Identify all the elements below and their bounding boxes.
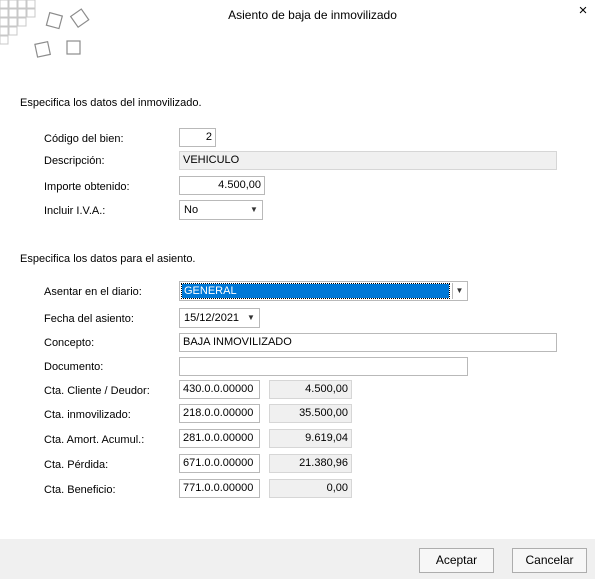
cta-inmovilizado-label: Cta. inmovilizado: xyxy=(44,409,131,421)
diario-select[interactable]: GENERAL ▼ xyxy=(179,281,468,301)
diario-label: Asentar en el diario: xyxy=(44,286,142,298)
iva-select-value: No xyxy=(184,204,199,216)
cta-amort-input[interactable]: 281.0.0.00000 xyxy=(179,429,260,448)
cta-amort-label: Cta. Amort. Acumul.: xyxy=(44,434,145,446)
cta-cliente-label: Cta. Cliente / Deudor: xyxy=(44,385,150,397)
iva-select[interactable]: No ▼ xyxy=(179,200,263,220)
cta-cliente-amount: 4.500,00 xyxy=(269,380,352,399)
cta-cliente-input[interactable]: 430.0.0.00000 xyxy=(179,380,260,399)
documento-label: Documento: xyxy=(44,361,104,373)
section-heading-asiento: Especifica los datos para el asiento. xyxy=(20,253,196,265)
documento-input[interactable] xyxy=(179,357,468,376)
section-heading-inmovilizado: Especifica los datos del inmovilizado. xyxy=(20,97,202,109)
cta-inmovilizado-input[interactable]: 218.0.0.00000 xyxy=(179,404,260,423)
fecha-picker-value: 15/12/2021 xyxy=(184,312,240,324)
concepto-input[interactable]: BAJA INMOVILIZADO xyxy=(179,333,557,352)
importe-input[interactable]: 4.500,00 xyxy=(179,176,265,195)
cta-inmovilizado-amount: 35.500,00 xyxy=(269,404,352,423)
descripcion-label: Descripción: xyxy=(44,155,105,167)
iva-label: Incluir I.V.A.: xyxy=(44,205,106,217)
importe-label: Importe obtenido: xyxy=(44,181,130,193)
cancel-button[interactable]: Cancelar xyxy=(512,548,587,573)
cta-beneficio-label: Cta. Beneficio: xyxy=(44,484,116,496)
fecha-label: Fecha del asiento: xyxy=(44,313,134,325)
cta-amort-amount: 9.619,04 xyxy=(269,429,352,448)
diario-select-value: GENERAL xyxy=(181,283,450,299)
chevron-down-icon[interactable]: ▼ xyxy=(452,283,466,299)
cta-beneficio-amount: 0,00 xyxy=(269,479,352,498)
cta-perdida-amount: 21.380,96 xyxy=(269,454,352,473)
cta-perdida-label: Cta. Pérdida: xyxy=(44,459,109,471)
accept-button[interactable]: Aceptar xyxy=(419,548,494,573)
window-title: Asiento de baja de inmovilizado xyxy=(228,8,397,22)
fecha-picker[interactable]: 15/12/2021 ▼ xyxy=(179,308,260,328)
chevron-down-icon[interactable]: ▼ xyxy=(247,202,261,218)
codigo-input[interactable]: 2 xyxy=(179,128,216,147)
cta-beneficio-input[interactable]: 771.0.0.00000 xyxy=(179,479,260,498)
concepto-label: Concepto: xyxy=(44,337,95,349)
close-icon[interactable]: × xyxy=(574,3,592,19)
cta-perdida-input[interactable]: 671.0.0.00000 xyxy=(179,454,260,473)
descripcion-field: VEHICULO xyxy=(179,151,557,170)
chevron-down-icon[interactable]: ▼ xyxy=(244,310,258,326)
codigo-label: Código del bien: xyxy=(44,133,124,145)
dialog-footer xyxy=(0,539,595,579)
